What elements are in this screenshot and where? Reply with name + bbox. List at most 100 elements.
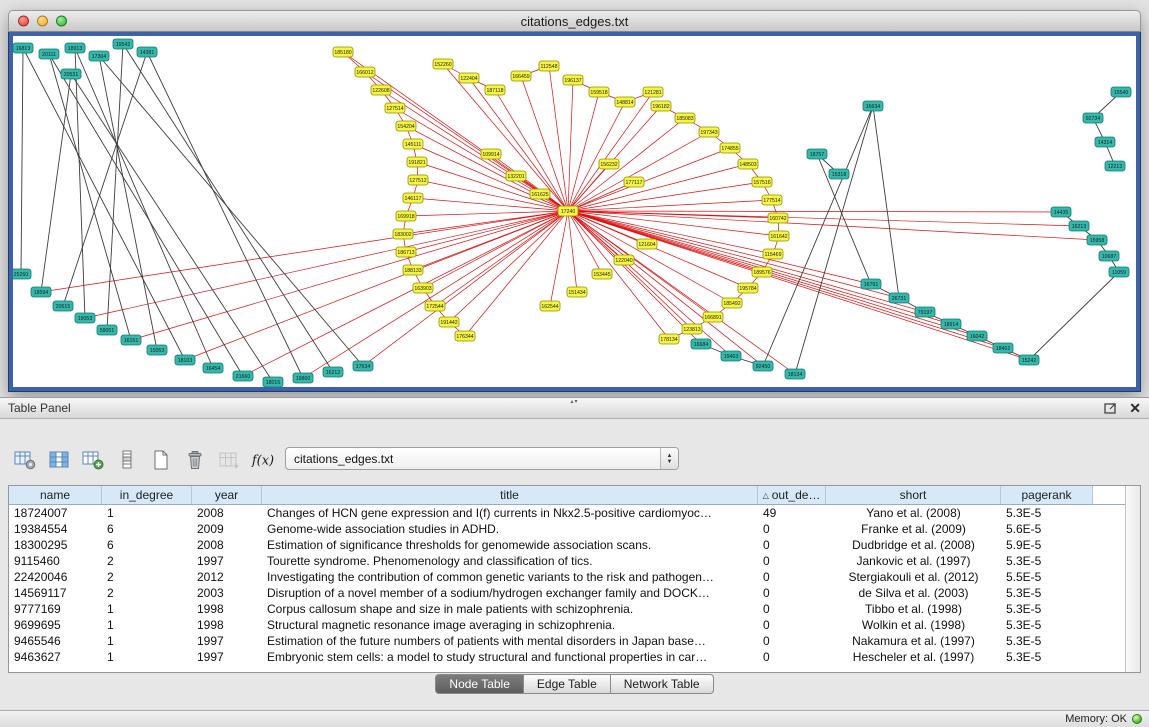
function-builder-button[interactable]: f(x)	[250, 447, 276, 473]
graph-node[interactable]: 16212	[323, 367, 343, 377]
graph-node[interactable]: 92734	[1083, 113, 1103, 123]
table-vertical-scrollbar[interactable]	[1125, 486, 1140, 672]
graph-node[interactable]: 15242	[1019, 355, 1039, 365]
graph-node[interactable]: 172544	[425, 301, 445, 311]
table-row[interactable]: 1938455462009Genome-wide association stu…	[9, 521, 1125, 537]
graph-node[interactable]: 132201	[506, 171, 526, 181]
graph-node[interactable]: 166012	[355, 67, 375, 77]
graph-node[interactable]: 20515	[53, 301, 73, 311]
table-row[interactable]: 2242004622012Investigating the contribut…	[9, 569, 1125, 585]
graph-node[interactable]: 176344	[455, 331, 475, 341]
split-pane-handle[interactable]: ▴▾	[567, 398, 583, 405]
table-mode-button[interactable]	[12, 447, 38, 473]
graph-node[interactable]: 14435	[1051, 207, 1071, 217]
graph-node[interactable]: 19053	[75, 313, 95, 323]
minimize-window-button[interactable]	[37, 16, 48, 27]
graph-node[interactable]: 151434	[567, 287, 587, 297]
graph-node[interactable]: 18914	[941, 319, 961, 329]
table-row[interactable]: 911546021997Tourette syndrome. Phenomeno…	[9, 553, 1125, 569]
graph-node[interactable]: 18015	[263, 377, 283, 387]
memory-indicator-icon[interactable]	[1132, 714, 1142, 724]
graph-node[interactable]: 122608	[371, 85, 391, 95]
graph-node[interactable]: 21660	[233, 371, 253, 381]
column-header-short[interactable]: short	[826, 486, 1001, 504]
graph-node[interactable]: 122404	[459, 73, 479, 83]
graph-node[interactable]: 169918	[396, 211, 416, 221]
table-row[interactable]: 1830029562008Estimation of significance …	[9, 537, 1125, 553]
delete-table-button[interactable]	[182, 447, 208, 473]
close-window-button[interactable]	[18, 16, 29, 27]
column-header-name[interactable]: name	[9, 486, 102, 504]
graph-node[interactable]: 20531	[61, 69, 81, 79]
graph-node[interactable]: 154204	[396, 121, 416, 131]
graph-node[interactable]: 196137	[563, 75, 583, 85]
graph-node[interactable]: 195784	[738, 283, 758, 293]
graph-node[interactable]: 122040	[614, 255, 634, 265]
graph-node[interactable]: 127514	[385, 103, 405, 113]
graph-node[interactable]: 152260	[433, 59, 453, 69]
float-panel-button[interactable]	[1104, 402, 1117, 414]
graph-node[interactable]: 112548	[539, 61, 559, 71]
graph-node[interactable]: 178134	[659, 334, 679, 344]
tab-edge-table[interactable]: Edge Table	[524, 674, 611, 694]
column-header-title[interactable]: title	[262, 486, 758, 504]
graph-node[interactable]: 16454	[203, 363, 223, 373]
graph-node[interactable]: 19860	[293, 373, 313, 383]
graph-node[interactable]: 10687	[1099, 251, 1119, 261]
create-column-button[interactable]	[80, 447, 106, 473]
graph-node[interactable]: 59051	[97, 325, 117, 335]
column-header-year[interactable]: year	[192, 486, 262, 504]
graph-node[interactable]: 16791	[861, 279, 881, 289]
graph-node[interactable]: 191821	[407, 157, 427, 167]
network-graph[interactable]: 1724018518016601212260812751415420414511…	[13, 36, 1136, 387]
graph-node[interactable]: 123813	[682, 324, 702, 334]
graph-node[interactable]: 188133	[403, 265, 423, 275]
graph-node[interactable]: 18462	[993, 343, 1013, 353]
graph-node[interactable]: 26731	[889, 293, 909, 303]
table-rows-button[interactable]	[114, 447, 140, 473]
graph-node[interactable]: 177514	[762, 195, 782, 205]
graph-node[interactable]: 15540	[1111, 87, 1131, 97]
window-titlebar[interactable]: citations_edges.txt	[8, 10, 1141, 32]
column-header-pagerank[interactable]: pagerank	[1001, 486, 1093, 504]
graph-node[interactable]: 12213	[1105, 161, 1125, 171]
graph-node[interactable]: 15053	[147, 345, 167, 355]
table-row[interactable]: 969969511998Structural magnetic resonanc…	[9, 617, 1125, 633]
graph-node[interactable]: 15958	[1087, 235, 1107, 245]
graph-node[interactable]: 18594	[31, 287, 51, 297]
graph-node[interactable]: 19463	[721, 351, 741, 361]
graph-node[interactable]: 174855	[720, 143, 740, 153]
graph-node[interactable]: 146117	[403, 193, 423, 203]
table-row[interactable]: 946362711997Embryonic stem cells: a mode…	[9, 649, 1125, 665]
graph-node[interactable]: 109914	[481, 149, 501, 159]
graph-node[interactable]: 156232	[599, 159, 619, 169]
graph-node[interactable]: 160742	[768, 213, 788, 223]
new-table-button[interactable]	[148, 447, 174, 473]
graph-node[interactable]: 14381	[137, 47, 157, 57]
graph-node[interactable]: 185180	[333, 47, 353, 57]
graph-node[interactable]: 14314	[1095, 137, 1115, 147]
graph-node[interactable]: 191442	[439, 317, 459, 327]
graph-node[interactable]: 121281	[643, 87, 663, 97]
graph-node[interactable]: 18757	[807, 149, 827, 159]
close-panel-button[interactable]: ✕	[1129, 401, 1141, 415]
graph-node[interactable]: 196182	[651, 101, 671, 111]
graph-node[interactable]: 189576	[752, 267, 772, 277]
graph-node[interactable]: 159518	[589, 87, 609, 97]
graph-node[interactable]: 16634	[863, 101, 883, 111]
zoom-window-button[interactable]	[56, 16, 67, 27]
column-header-out_degree[interactable]: △out_de…	[758, 486, 826, 504]
graph-node[interactable]: 17634	[353, 361, 373, 371]
graph-node[interactable]: 18134	[785, 369, 805, 379]
graph-node[interactable]: 16813	[13, 43, 33, 53]
tab-network-table[interactable]: Network Table	[611, 674, 714, 694]
graph-node[interactable]: 153445	[592, 269, 612, 279]
graph-node[interactable]: 185492	[722, 298, 742, 308]
graph-node[interactable]: 11059	[1109, 267, 1129, 277]
graph-node[interactable]: 121604	[637, 239, 657, 249]
graph-node[interactable]: 197343	[699, 127, 719, 137]
column-header-in_degree[interactable]: in_degree	[102, 486, 192, 504]
table-row[interactable]: 1872400712008Changes of HCN gene express…	[9, 505, 1125, 521]
graph-node[interactable]: 16684	[691, 339, 711, 349]
graph-node[interactable]: 162544	[540, 301, 560, 311]
